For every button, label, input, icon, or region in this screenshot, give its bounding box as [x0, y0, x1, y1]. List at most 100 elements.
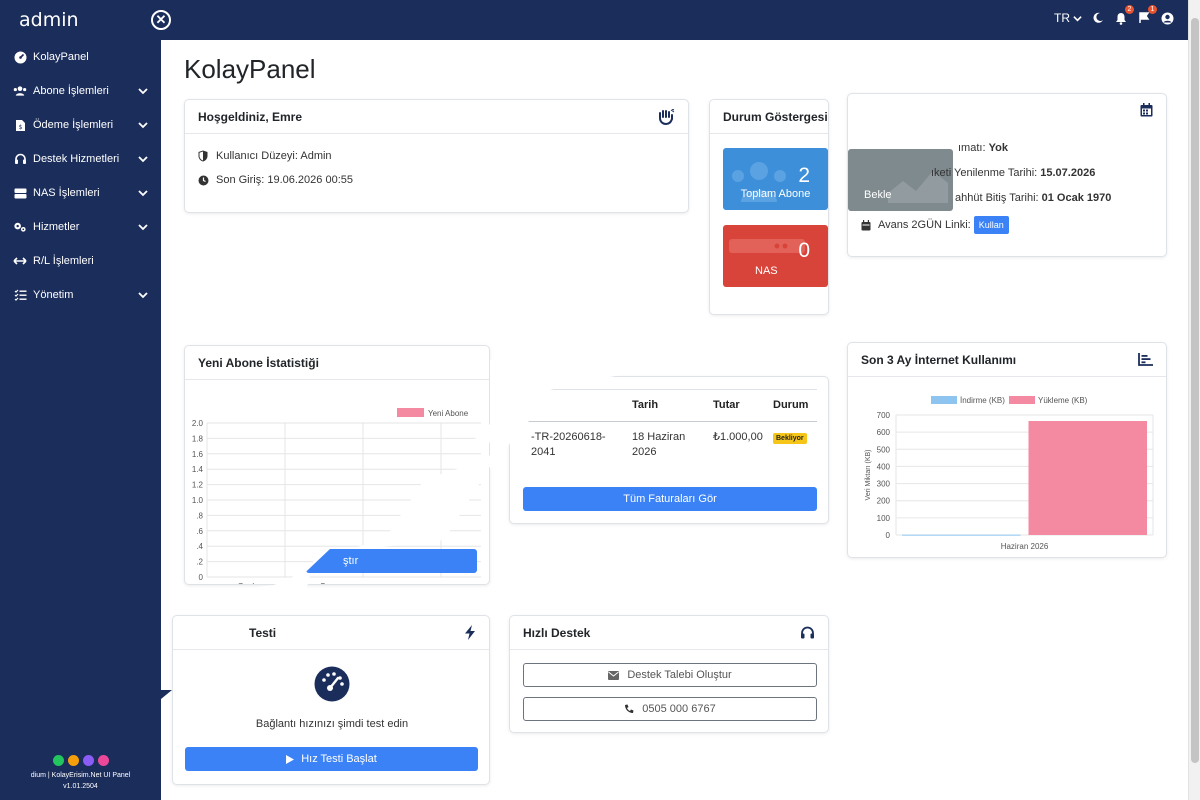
users-icon: [13, 84, 27, 98]
usage-title: Son 3 Ay İnternet Kullanımı: [861, 352, 1017, 367]
sidebar-item-odeme-islemleri[interactable]: $ Ödeme İşlemleri: [0, 108, 161, 142]
col-date: Tarih: [632, 399, 659, 411]
chevron-down-icon: [138, 122, 148, 129]
phone-label: 0505 000 6767: [642, 703, 716, 715]
welcome-title: Hoşgeldiniz, Emre: [198, 109, 303, 124]
last-login-text: Son Giriş: 19.06.2026 00:55: [216, 174, 353, 186]
svg-text:$: $: [18, 124, 22, 131]
bar[interactable]: [1028, 421, 1148, 535]
user-circle-icon: [1161, 12, 1173, 24]
flag-icon: [1139, 12, 1150, 23]
sidebar-item-label: NAS İşlemleri: [33, 187, 100, 199]
y-axis-title: Veri Miktarı (KB): [865, 450, 872, 501]
notifications-button[interactable]: 2: [1114, 5, 1134, 26]
bell-icon: [1116, 12, 1126, 25]
phone-icon: [625, 704, 634, 713]
sidebar-item-label: R/L İşlemleri: [33, 255, 94, 267]
chevron-down-icon: [138, 190, 148, 197]
debt-label: ımatı:: [958, 142, 986, 154]
user-menu-button[interactable]: [1160, 10, 1174, 26]
chevron-down-icon: [138, 292, 148, 299]
new-subscribers-button-label: ştır: [343, 555, 359, 567]
speedtest-start-button[interactable]: Hız Testi Başlat: [185, 747, 478, 771]
chevron-down-icon: [138, 156, 148, 163]
top-bar: admin ✕ TR 2 1: [0, 0, 1188, 40]
sidebar-item-yonetim[interactable]: Yönetim: [0, 278, 161, 312]
top-right-controls: TR 2 1: [1054, 5, 1174, 26]
sidebar-item-destek-hizmetleri[interactable]: Destek Hizmetleri: [0, 142, 161, 176]
pending-box[interactable]: Bekle: [848, 149, 953, 211]
arrows-icon: [13, 254, 27, 268]
renewal-row: ıketi Yenilenme Tarihi: 15.07.2026: [931, 167, 1095, 179]
advance-use-button[interactable]: Kullan: [973, 216, 1009, 234]
sidebar-item-kolaypanel[interactable]: KolayPanel: [0, 40, 161, 74]
y-tick-label: 500: [877, 445, 891, 454]
headset-icon: [13, 152, 27, 166]
legend-label: Yükleme (KB): [1038, 396, 1088, 405]
messages-button[interactable]: 1: [1137, 5, 1157, 26]
y-tick-label: 300: [877, 480, 891, 489]
calendar-icon: [1140, 103, 1153, 122]
y-tick-label: 200: [877, 497, 891, 506]
welcome-card: Hoşgeldiniz, Emre Kullanıcı Düzeyi: Admi…: [184, 99, 689, 213]
y-tick-label: 400: [877, 462, 891, 471]
play-icon: [286, 754, 295, 764]
sidebar-item-label: KolayPanel: [33, 51, 89, 63]
sidebar-item-label: Hizmetler: [33, 221, 80, 233]
advance-row: Avans 2GÜN Linki: Kullan: [861, 216, 1009, 234]
y-tick-label: 600: [877, 428, 891, 437]
gears-icon: [13, 220, 27, 234]
message-badge: 1: [1148, 5, 1157, 14]
sidebar: KolayPanel Abone İşlemleri $ Ödeme İşlem…: [0, 40, 161, 800]
renewal-value: 15.07.2026: [1040, 167, 1096, 179]
all-invoices-label: Tüm Faturaları Gör: [623, 493, 717, 505]
speedtest-header: Testi: [173, 616, 489, 650]
chevron-down-icon: [1073, 15, 1082, 21]
sidebar-item-nas-islemleri[interactable]: NAS İşlemleri: [0, 176, 161, 210]
last-login-row: Son Giriş: 19.06.2026 00:55: [198, 174, 688, 186]
col-status: Durum: [773, 399, 809, 411]
scrollbar-thumb[interactable]: [1191, 18, 1199, 763]
commitment-value: 01 Ocak 1970: [1041, 192, 1112, 204]
server-icon: [13, 186, 27, 200]
list-check-icon: [13, 288, 27, 302]
invoice-icon: $: [13, 118, 27, 132]
phone-button[interactable]: 0505 000 6767: [523, 697, 817, 721]
debt-row: ımatı: Yok: [958, 142, 1008, 154]
sidebar-item-label: Abone İşlemleri: [33, 85, 109, 97]
user-level-row: Kullanıcı Düzeyi: Admin: [198, 150, 688, 162]
advance-label: Avans 2GÜN Linki:: [878, 219, 971, 231]
calendar-icon: [861, 219, 871, 230]
commitment-row: ahhüt Bitiş Tarihi: 01 Ocak 1970: [955, 192, 1111, 204]
support-card: Hızlı Destek Destek Talebi Oluştur 0505 …: [509, 615, 829, 733]
sidebar-close-button[interactable]: ✕: [151, 10, 171, 30]
envelope-icon: [608, 670, 620, 680]
new-subscribers-button[interactable]: ştır: [306, 549, 477, 573]
bar[interactable]: [902, 534, 1021, 536]
sidebar-item-rl-islemleri[interactable]: R/L İşlemleri: [0, 244, 161, 278]
language-selector[interactable]: TR: [1054, 11, 1082, 25]
invoices-cover: [490, 360, 630, 470]
sidebar-item-hizmetler[interactable]: Hizmetler: [0, 210, 161, 244]
shield-icon: [198, 150, 210, 162]
usage-chart: 0 100 200 300 400 500 600 700 Veri Miktarı (KB) H…: [865, 396, 1154, 551]
language-label: TR: [1054, 11, 1070, 25]
speedtest-title: Testi: [249, 625, 277, 640]
speedtest-card: Testi Bağlantı hızınızı şimdi test edin …: [172, 615, 490, 785]
dashboard-icon: [13, 50, 27, 64]
sidebar-item-label: Yönetim: [33, 289, 74, 301]
bar-chart-icon: [1138, 353, 1153, 366]
y-tick-label: 0: [886, 531, 891, 540]
support-header: Hızlı Destek: [510, 616, 828, 650]
legend-swatch: [931, 396, 957, 404]
create-ticket-button[interactable]: Destek Talebi Oluştur: [523, 663, 817, 687]
sidebar-item-abone-islemleri[interactable]: Abone İşlemleri: [0, 74, 161, 108]
waving-hand-icon: [657, 108, 675, 125]
dark-mode-toggle[interactable]: [1091, 10, 1105, 26]
page-scrollbar[interactable]: [1188, 0, 1200, 800]
create-ticket-label: Destek Talebi Oluştur: [627, 669, 732, 681]
welcome-card-header: Hoşgeldiniz, Emre: [185, 100, 688, 134]
y-tick-label: 100: [877, 514, 891, 523]
all-invoices-button[interactable]: Tüm Faturaları Gör: [523, 487, 817, 511]
bolt-icon: [464, 625, 476, 640]
